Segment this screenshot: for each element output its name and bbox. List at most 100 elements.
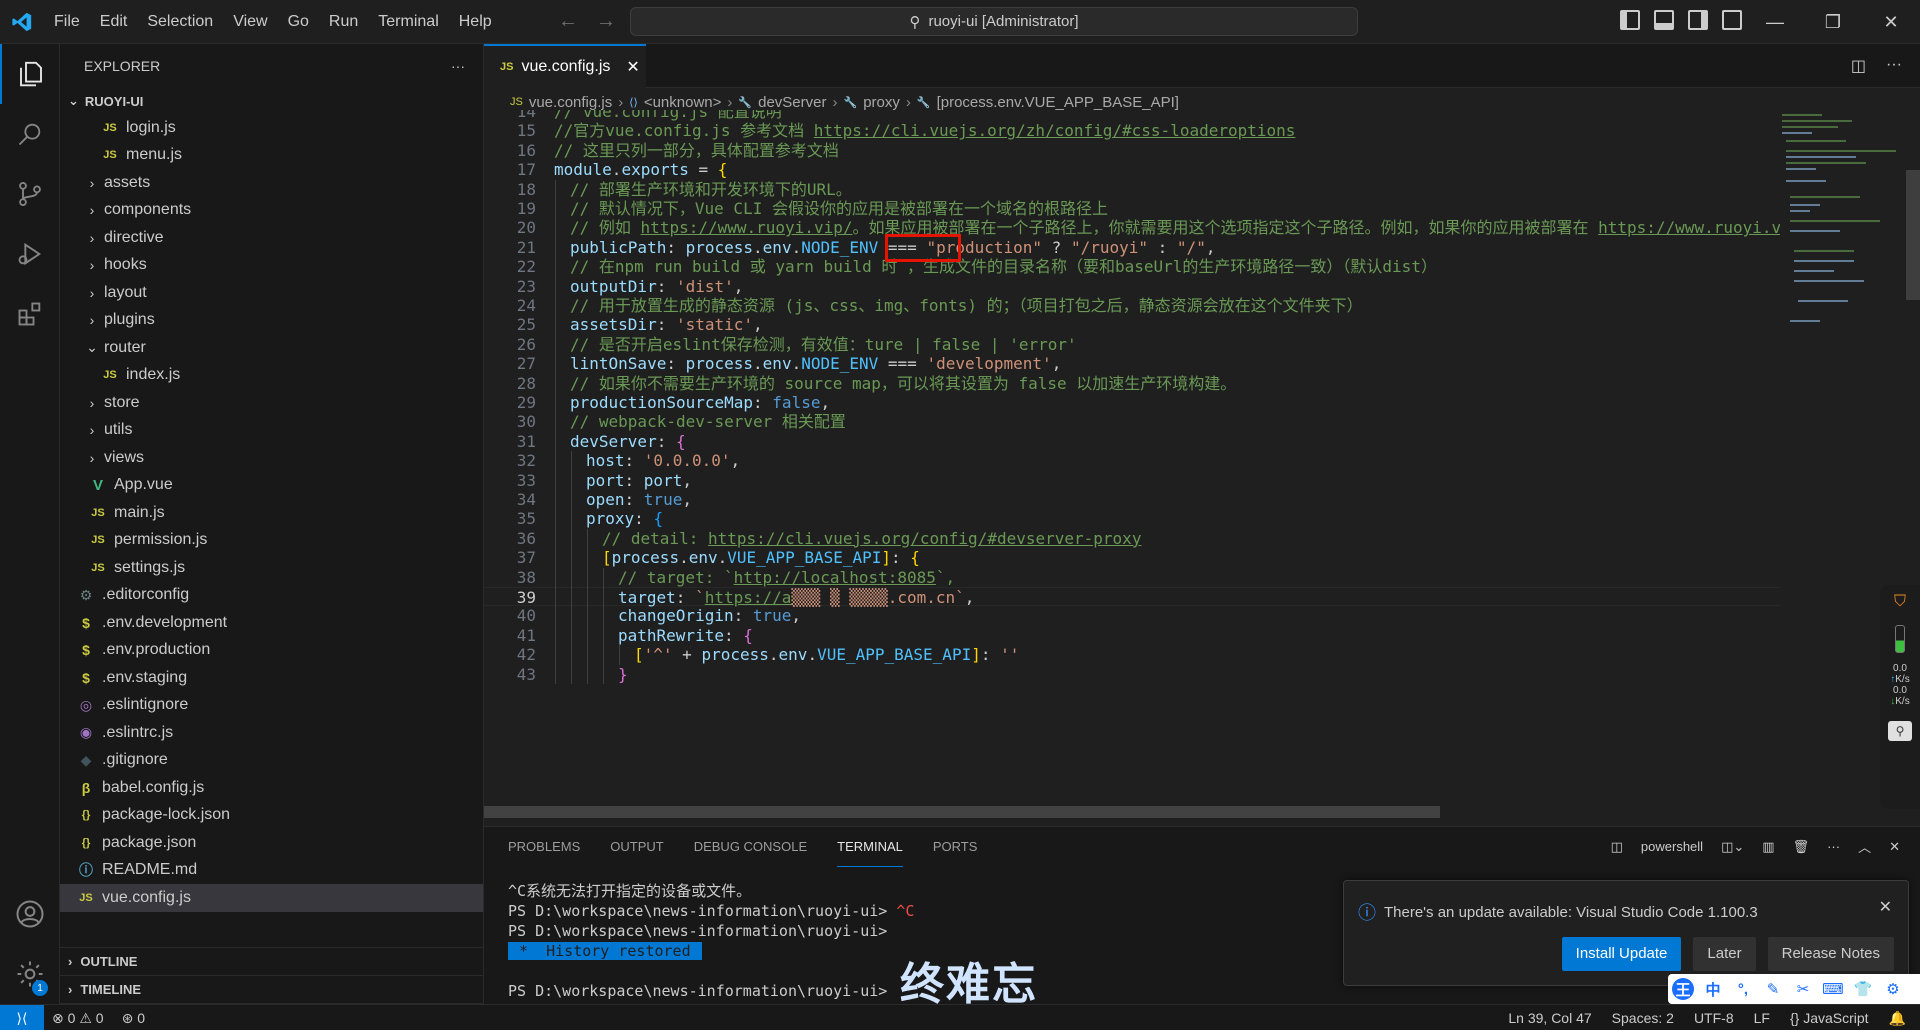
tree-folder[interactable]: ⌄ router — [60, 334, 483, 362]
tree-file[interactable]: {} package.json — [60, 829, 483, 857]
ime-tool-icon[interactable]: 中 — [1702, 978, 1724, 1000]
tree-file[interactable]: JS index.js — [60, 362, 483, 390]
menu-edit[interactable]: Edit — [90, 0, 138, 44]
menu-help[interactable]: Help — [449, 0, 502, 44]
ime-tool-icon[interactable]: ✂ — [1792, 978, 1814, 1000]
more-actions-icon[interactable]: ··· — [1827, 839, 1840, 854]
breadcrumb-item[interactable]: vue.config.js — [529, 94, 612, 111]
tab-ports[interactable]: PORTS — [933, 827, 978, 867]
install-update-button[interactable]: Install Update — [1561, 937, 1682, 971]
tree-file[interactable]: ⚙ .editorconfig — [60, 582, 483, 610]
more-actions-icon[interactable]: ··· — [451, 58, 465, 74]
minimize-icon[interactable]: — — [1746, 0, 1804, 44]
language-mode[interactable]: {} JavaScript — [1790, 1010, 1869, 1026]
tree-file[interactable]: JS permission.js — [60, 527, 483, 555]
ime-tool-icon[interactable]: 👕 — [1852, 978, 1874, 1000]
tree-folder[interactable]: › assets — [60, 169, 483, 197]
menu-run[interactable]: Run — [319, 0, 368, 44]
source-control-icon[interactable] — [0, 164, 60, 224]
search-icon[interactable]: ⚲ — [1888, 721, 1912, 741]
tree-file[interactable]: JS vue.config.js — [60, 884, 483, 912]
menu-selection[interactable]: Selection — [137, 0, 223, 44]
remote-icon[interactable]: ⟩⟨ — [0, 1005, 44, 1030]
tree-file[interactable]: ⓘ README.md — [60, 857, 483, 885]
tab-problems[interactable]: PROBLEMS — [508, 827, 580, 867]
encoding[interactable]: UTF-8 — [1694, 1010, 1734, 1026]
tree-file[interactable]: $ .env.development — [60, 609, 483, 637]
breadcrumb-item[interactable]: <unknown> — [644, 94, 722, 111]
split-editor-icon[interactable]: ◫ — [1851, 56, 1866, 76]
tree-file[interactable]: JS menu.js — [60, 142, 483, 170]
split-terminal-icon[interactable]: ◫⌄ — [1721, 839, 1744, 855]
menu-terminal[interactable]: Terminal — [368, 0, 448, 44]
forward-arrow-icon[interactable]: → — [596, 10, 616, 33]
workspace-root[interactable]: ⌄ RUOYI-UI — [60, 88, 483, 114]
run-and-debug-icon[interactable] — [0, 224, 60, 284]
maximize-panel-icon[interactable]: ︿ — [1858, 837, 1871, 856]
terminal-output[interactable]: ^C系统无法打开指定的设备或文件。 PS D:\workspace\news-in… — [508, 881, 914, 1001]
ime-tool-icon[interactable]: ⌨ — [1822, 978, 1844, 1000]
tree-file[interactable]: JS login.js — [60, 114, 483, 142]
tree-folder[interactable]: › plugins — [60, 307, 483, 335]
back-arrow-icon[interactable]: ← — [558, 10, 578, 33]
toggle-primary-sidebar-icon[interactable] — [1620, 10, 1640, 30]
tree-folder[interactable]: › directive — [60, 224, 483, 252]
tree-folder[interactable]: › hooks — [60, 252, 483, 280]
indentation[interactable]: Spaces: 2 — [1612, 1010, 1674, 1026]
tree-file[interactable]: {} package-lock.json — [60, 802, 483, 830]
layout-panel-icon[interactable]: ▥ — [1762, 839, 1774, 855]
kill-terminal-icon[interactable]: 🗑 — [1793, 839, 1810, 855]
ime-tool-icon[interactable]: ⚙ — [1882, 978, 1904, 1000]
tab-debug-console[interactable]: DEBUG CONSOLE — [694, 827, 807, 867]
end-of-line[interactable]: LF — [1754, 1010, 1770, 1026]
command-center[interactable]: ⚲ ruoyi-ui [Administrator] — [630, 7, 1358, 36]
close-panel-icon[interactable]: ✕ — [1889, 839, 1900, 855]
terminal-shell-label[interactable]: powershell — [1641, 839, 1703, 854]
breadcrumb-item[interactable]: devServer — [758, 94, 826, 111]
search-icon[interactable] — [0, 104, 60, 164]
vertical-scrollbar[interactable] — [1906, 170, 1920, 300]
ime-tool-icon[interactable]: ✎ — [1762, 978, 1784, 1000]
tree-folder[interactable]: › layout — [60, 279, 483, 307]
menu-view[interactable]: View — [223, 0, 277, 44]
later-button[interactable]: Later — [1693, 937, 1756, 971]
tree-file[interactable]: $ .env.staging — [60, 664, 483, 692]
cursor-position[interactable]: Ln 39, Col 47 — [1508, 1010, 1591, 1026]
tree-file[interactable]: ◎ .eslintignore — [60, 692, 483, 720]
toggle-secondary-sidebar-icon[interactable] — [1688, 10, 1708, 30]
menu-file[interactable]: File — [44, 0, 90, 44]
tree-file[interactable]: ◆ .gitignore — [60, 747, 483, 775]
tab-terminal[interactable]: TERMINAL — [837, 827, 903, 867]
tree-file[interactable]: JS main.js — [60, 499, 483, 527]
ime-logo-icon[interactable]: 王 — [1672, 978, 1694, 1000]
problems-status[interactable]: ⊗ 0 ⚠ 0 — [52, 1010, 104, 1027]
customize-layout-icon[interactable] — [1722, 10, 1742, 30]
breadcrumb-item[interactable]: [process.env.VUE_APP_BASE_API] — [937, 94, 1179, 111]
extensions-icon[interactable] — [0, 284, 60, 344]
tree-file[interactable]: JS settings.js — [60, 554, 483, 582]
timeline-section[interactable]: › TIMELINE — [60, 976, 483, 1004]
notifications-icon[interactable]: 🔔 — [1889, 1010, 1906, 1027]
explorer-icon[interactable] — [0, 44, 60, 104]
tree-folder[interactable]: › components — [60, 197, 483, 225]
release-notes-button[interactable]: Release Notes — [1767, 937, 1894, 971]
ports-status[interactable]: ⊛ 0 — [122, 1010, 145, 1027]
tree-file[interactable]: V App.vue — [60, 472, 483, 500]
tree-folder[interactable]: › store — [60, 389, 483, 417]
tree-folder[interactable]: › utils — [60, 417, 483, 445]
restore-icon[interactable]: ❐ — [1804, 0, 1862, 44]
tab-output[interactable]: OUTPUT — [610, 827, 663, 867]
close-icon[interactable]: ✕ — [1879, 897, 1892, 917]
code-editor[interactable]: 14 // vue.config.js 配置说明 15 //官方vue.config.… — [484, 110, 1780, 820]
close-tab-icon[interactable]: ✕ — [626, 57, 639, 77]
tree-file[interactable]: ◉ .eslintrc.js — [60, 719, 483, 747]
accounts-icon[interactable] — [0, 884, 60, 944]
outline-section[interactable]: › OUTLINE — [60, 948, 483, 976]
menu-go[interactable]: Go — [278, 0, 319, 44]
manage-gear-icon[interactable]: 1 — [0, 944, 60, 1004]
tab-vue-config[interactable]: JS vue.config.js ✕ — [484, 44, 646, 88]
ime-tool-icon[interactable]: °, — [1732, 978, 1754, 1000]
breadcrumb-item[interactable]: proxy — [863, 94, 900, 111]
toggle-panel-icon[interactable] — [1654, 10, 1674, 30]
tree-folder[interactable]: › views — [60, 444, 483, 472]
